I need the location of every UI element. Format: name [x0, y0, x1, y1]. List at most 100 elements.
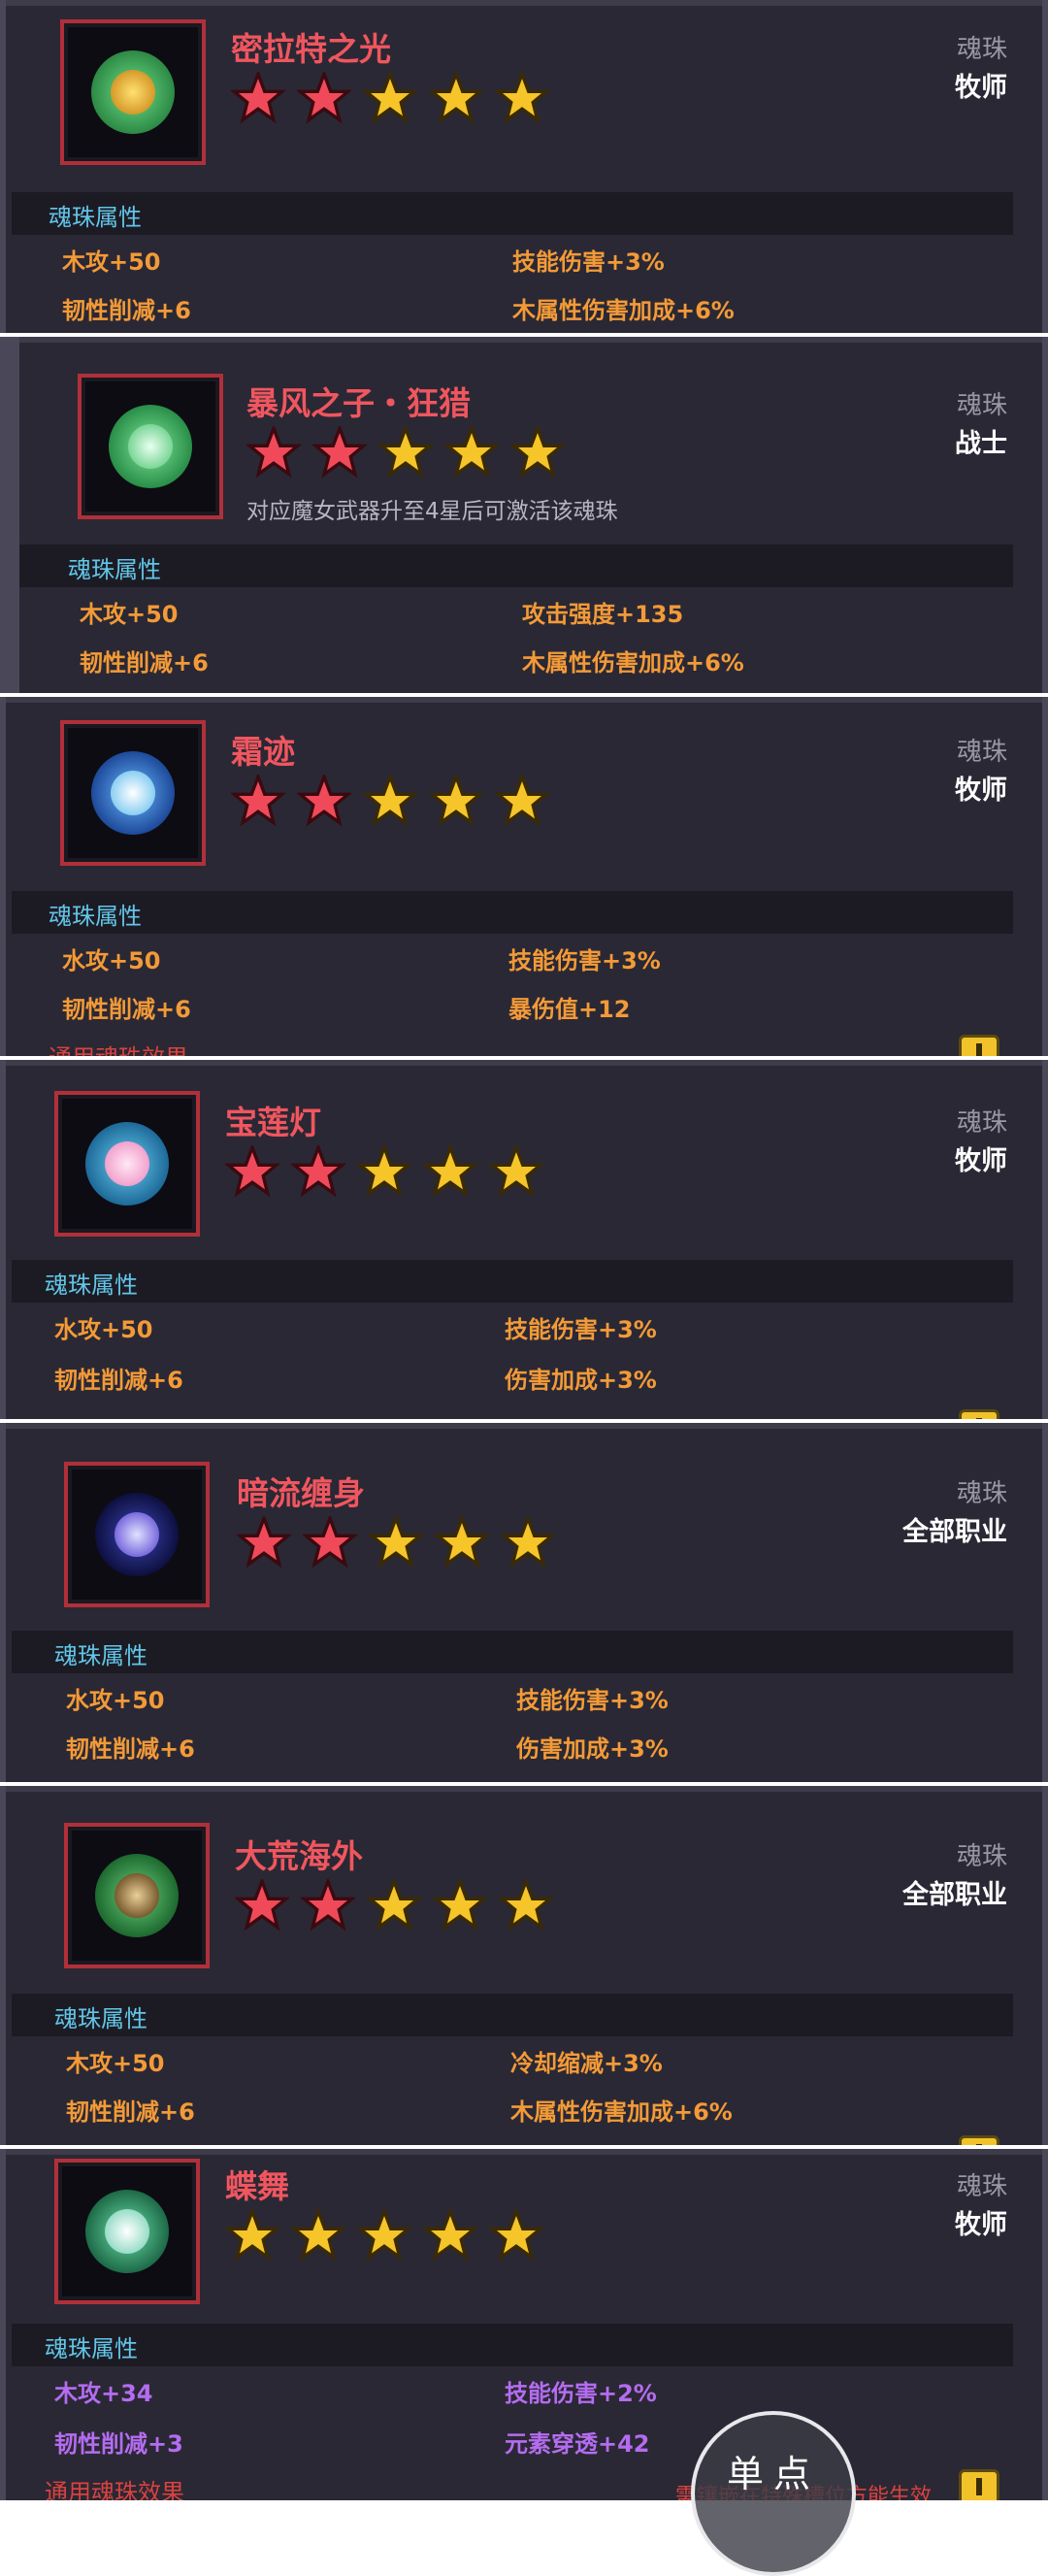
attr-section-title: 魂珠属性	[45, 2335, 138, 2362]
star-icon	[303, 1516, 357, 1569]
orb-type-label: 魂珠	[956, 1479, 1007, 1508]
star-icon	[423, 2209, 477, 2262]
star-icon	[367, 1879, 421, 1932]
stat-2: 攻击强度+135	[522, 601, 684, 628]
star-icon	[231, 775, 285, 827]
stat-2: 技能伤害+3%	[516, 1687, 669, 1714]
info-icon[interactable]	[959, 2135, 999, 2145]
star-icon	[312, 426, 367, 479]
orb-name: 大荒海外	[235, 1837, 363, 1875]
attr-band	[12, 2324, 1013, 2366]
orb-name: 宝莲灯	[225, 1104, 321, 1141]
star-icon	[237, 1516, 291, 1569]
stat-3: 韧性削减+6	[54, 1367, 183, 1394]
star-icon	[489, 2209, 543, 2262]
star-icon	[291, 2209, 345, 2262]
attr-section-title: 魂珠属性	[54, 1642, 147, 1669]
orb-class-label: 战士	[955, 429, 1007, 459]
star-icon	[231, 72, 285, 124]
soul-orb-card[interactable]: 暗流缠身 魂珠 全部职业 魂珠属性 水攻+50 技能伤害+3% 韧性削减+6 伤…	[0, 1423, 1048, 1782]
soul-orb-card[interactable]: 大荒海外 魂珠 全部职业 魂珠属性 木攻+50 冷却缩减+3% 韧性削减+6 木…	[0, 1786, 1048, 2145]
star-icon	[301, 1879, 355, 1932]
single-tap-button[interactable]: 单点	[691, 2411, 856, 2576]
star-icon	[225, 1145, 279, 1198]
star-icon	[444, 426, 499, 479]
star-icon	[433, 1879, 487, 1932]
single-tap-label: 单点	[726, 2453, 820, 2495]
stat-2: 技能伤害+3%	[505, 1316, 657, 1343]
orb-icon-frame	[60, 19, 206, 165]
attr-section-title: 魂珠属性	[45, 1271, 138, 1299]
stat-3: 韧性削减+3	[54, 2430, 183, 2458]
star-icon	[423, 1145, 477, 1198]
orb-unlock-desc: 对应魔女武器升至4星后可激活该魂珠	[246, 499, 618, 524]
star-icon	[363, 775, 417, 827]
stat-1: 木攻+34	[54, 2380, 153, 2407]
orb-icon	[85, 2190, 169, 2273]
soul-orb-card[interactable]: 密拉特之光 魂珠 牧师 魂珠属性 木攻+50 技能伤害+3% 韧性削减+6 木属…	[0, 0, 1048, 333]
orb-icon	[109, 405, 192, 488]
info-icon[interactable]	[959, 2469, 999, 2500]
stat-3: 韧性削减+6	[80, 649, 209, 677]
orb-class-label: 牧师	[955, 1146, 1007, 1176]
info-icon[interactable]	[959, 1035, 999, 1056]
star-icon	[499, 1879, 553, 1932]
orb-type-label: 魂珠	[956, 391, 1007, 420]
attr-section-title: 魂珠属性	[54, 2005, 147, 2032]
stat-2: 技能伤害+2%	[505, 2380, 657, 2407]
star-icon	[429, 775, 483, 827]
stat-4: 木属性伤害加成+6%	[510, 2098, 733, 2126]
attr-band	[19, 545, 1013, 587]
orb-icon-frame	[78, 374, 223, 519]
orb-icon	[95, 1493, 179, 1576]
attr-section-title: 魂珠属性	[49, 204, 142, 231]
general-effect-title: 通用魂珠效果	[49, 1039, 188, 1056]
stat-2: 技能伤害+3%	[508, 947, 661, 974]
star-icon	[369, 1516, 423, 1569]
orb-icon-frame	[54, 2159, 200, 2304]
general-effect-title: 通用魂珠效果	[45, 2479, 184, 2500]
soul-orb-card[interactable]: 蝶舞 魂珠 牧师 魂珠属性 木攻+34 技能伤害+2% 韧性削减+3 元素穿透+…	[0, 2149, 1048, 2500]
soul-orb-card[interactable]: 暴风之子・狂猎 对应魔女武器升至4星后可激活该魂珠 魂珠 战士 魂珠属性 木攻+…	[0, 337, 1048, 693]
star-icon	[297, 775, 351, 827]
soul-orb-card[interactable]: 宝莲灯 魂珠 牧师 魂珠属性 水攻+50 技能伤害+3% 韧性削减+6 伤害加成…	[0, 1060, 1048, 1419]
star-icon	[357, 2209, 411, 2262]
attr-section-title: 魂珠属性	[49, 903, 142, 930]
soul-orb-card[interactable]: 霜迹 魂珠 牧师 魂珠属性 水攻+50 技能伤害+3% 韧性削减+6 暴伤值+1…	[0, 697, 1048, 1056]
stat-4: 伤害加成+3%	[505, 1367, 657, 1394]
star-icon	[378, 426, 433, 479]
attr-band	[12, 1631, 1013, 1673]
star-icon	[357, 1145, 411, 1198]
stat-1: 木攻+50	[66, 2050, 165, 2077]
attr-band	[12, 891, 1013, 934]
star-icon	[489, 1145, 543, 1198]
orb-name: 暗流缠身	[237, 1474, 365, 1512]
orb-icon	[95, 1854, 179, 1937]
orb-icon-frame	[64, 1823, 210, 1968]
stat-4: 暴伤值+12	[508, 996, 631, 1023]
attr-section-title: 魂珠属性	[68, 556, 161, 583]
orb-icon-frame	[54, 1091, 200, 1237]
stat-3: 韧性削减+6	[66, 2098, 195, 2126]
stat-1: 水攻+50	[66, 1687, 165, 1714]
stat-1: 木攻+50	[80, 601, 179, 628]
orb-name: 密拉特之光	[231, 30, 391, 68]
orb-name: 暴风之子・狂猎	[246, 384, 471, 422]
info-icon[interactable]	[959, 1409, 999, 1419]
orb-type-label: 魂珠	[956, 2172, 1007, 2201]
star-icon	[510, 426, 565, 479]
star-icon	[495, 72, 549, 124]
star-icon	[235, 1879, 289, 1932]
stat-2: 技能伤害+3%	[512, 248, 665, 276]
orb-icon-frame	[60, 720, 206, 866]
star-icon	[225, 2209, 279, 2262]
stat-4: 元素穿透+42	[505, 2430, 650, 2458]
stat-1: 木攻+50	[62, 248, 161, 276]
star-icon	[429, 72, 483, 124]
star-icon	[501, 1516, 555, 1569]
orb-icon	[91, 50, 175, 134]
orb-icon-frame	[64, 1462, 210, 1607]
stat-3: 韧性削减+6	[62, 297, 191, 324]
orb-type-label: 魂珠	[956, 738, 1007, 767]
attr-band	[12, 1994, 1013, 2036]
